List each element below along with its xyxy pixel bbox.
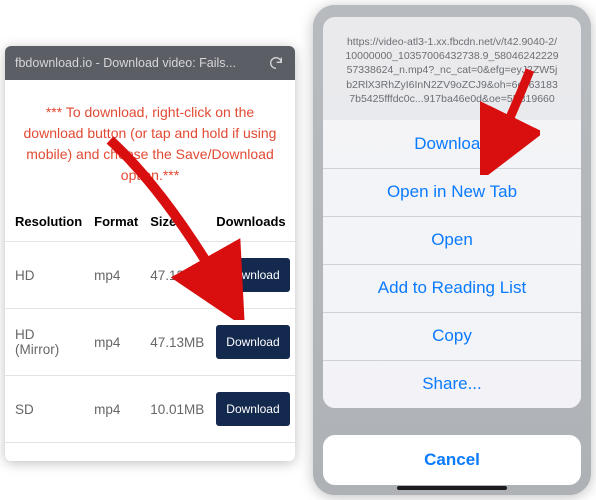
table-row: SD mp4 10.01MB Download bbox=[5, 376, 295, 443]
browser-panel: fbdownload.io - Download video: Fails...… bbox=[5, 46, 295, 461]
cell-format: mp4 bbox=[88, 376, 144, 443]
action-share[interactable]: Share... bbox=[323, 360, 581, 408]
browser-tab-bar: fbdownload.io - Download video: Fails... bbox=[5, 46, 295, 80]
column-format: Format bbox=[88, 204, 144, 242]
home-indicator-icon bbox=[397, 486, 507, 490]
action-reading-list[interactable]: Add to Reading List bbox=[323, 264, 581, 312]
action-open[interactable]: Open bbox=[323, 216, 581, 264]
column-resolution: Resolution bbox=[5, 204, 88, 242]
reload-icon[interactable] bbox=[267, 54, 285, 72]
browser-tab-title: fbdownload.io - Download video: Fails... bbox=[15, 56, 259, 70]
action-download[interactable]: Download bbox=[323, 120, 581, 168]
action-sheet-url: https://video-atl3-1.xx.fbcdn.net/v/t42.… bbox=[323, 17, 581, 120]
download-button[interactable]: Download bbox=[216, 325, 289, 359]
cell-size: 47.13MB bbox=[144, 309, 210, 376]
action-sheet-list: Download Open in New Tab Open Add to Rea… bbox=[323, 120, 581, 408]
download-button[interactable]: Download bbox=[216, 258, 289, 292]
action-copy[interactable]: Copy bbox=[323, 312, 581, 360]
column-size: Size bbox=[144, 204, 210, 242]
cell-format: mp4 bbox=[88, 309, 144, 376]
table-row: HD mp4 47.13MB Download bbox=[5, 242, 295, 309]
cancel-button[interactable]: Cancel bbox=[323, 435, 581, 485]
action-open-new-tab[interactable]: Open in New Tab bbox=[323, 168, 581, 216]
cell-size: 10.01MB bbox=[144, 376, 210, 443]
download-button[interactable]: Download bbox=[216, 392, 289, 426]
column-downloads: Downloads bbox=[210, 204, 295, 242]
download-options-table: Resolution Format Size Downloads HD mp4 … bbox=[5, 204, 295, 443]
cell-resolution: SD bbox=[5, 376, 88, 443]
table-row: HD (Mirror) mp4 47.13MB Download bbox=[5, 309, 295, 376]
cell-size: 47.13MB bbox=[144, 242, 210, 309]
cell-resolution: HD bbox=[5, 242, 88, 309]
download-instructions: *** To download, right-click on the down… bbox=[5, 80, 295, 204]
cell-resolution: HD (Mirror) bbox=[5, 309, 88, 376]
cell-format: mp4 bbox=[88, 242, 144, 309]
ios-action-sheet-panel: https://video-atl3-1.xx.fbcdn.net/v/t42.… bbox=[313, 5, 591, 495]
